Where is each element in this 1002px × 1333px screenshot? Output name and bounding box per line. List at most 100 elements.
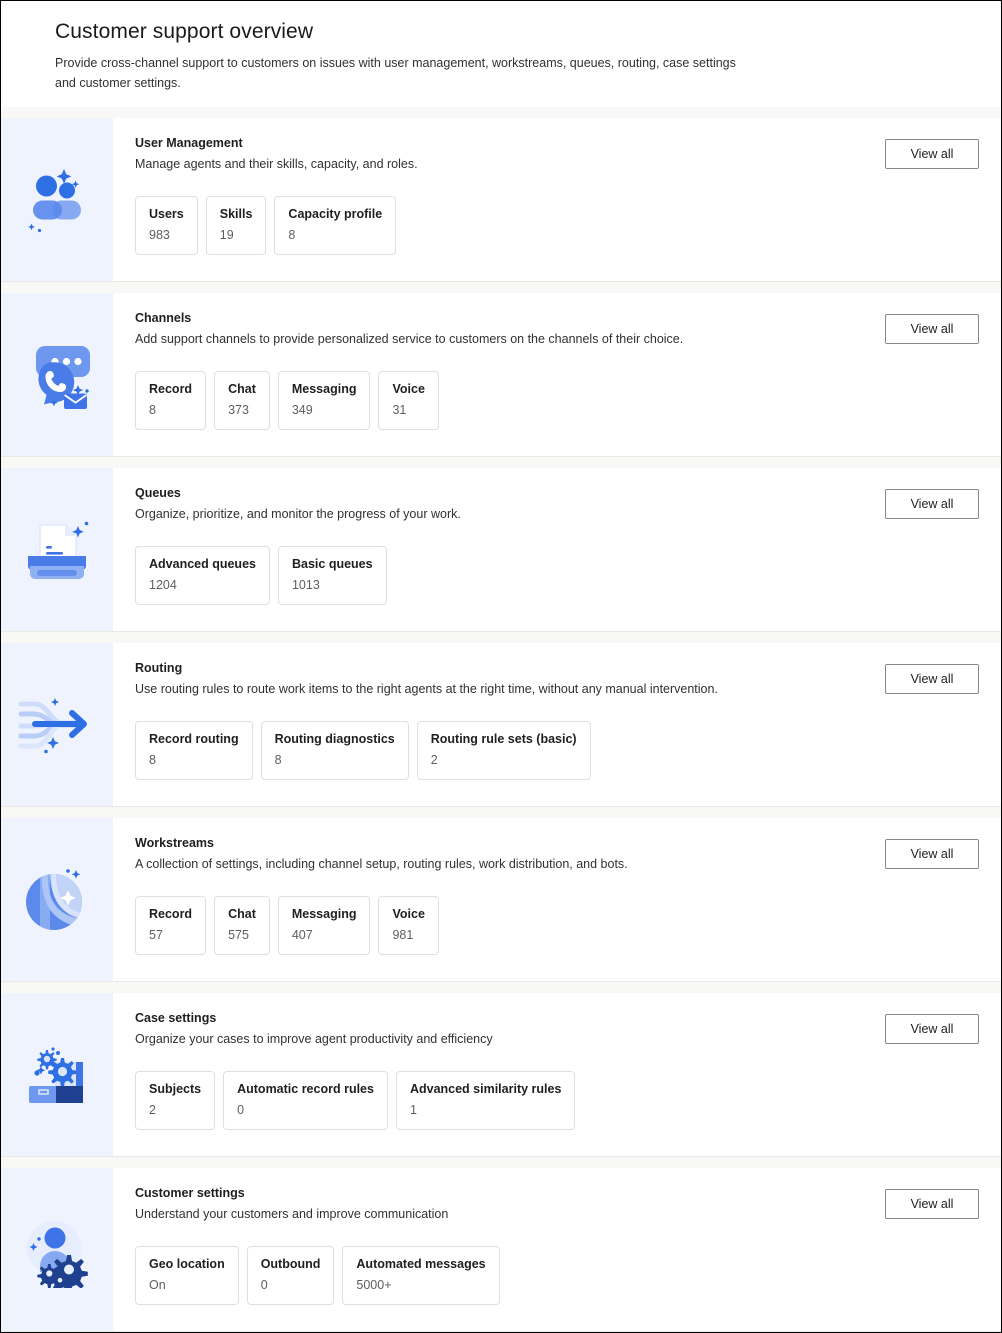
card-body: Customer settings Understand your custome… bbox=[113, 1168, 1001, 1331]
card-body: Queues Organize, prioritize, and monitor … bbox=[113, 468, 1001, 631]
overview-card: Queues Organize, prioritize, and monitor … bbox=[1, 467, 1001, 632]
view-all-button[interactable]: View all bbox=[885, 1013, 979, 1044]
stat-tile[interactable]: Record 57 bbox=[135, 895, 207, 956]
stat-tile[interactable]: Advanced queues 1204 bbox=[135, 545, 270, 606]
card-illustration bbox=[1, 1167, 113, 1331]
overview-card: Case settings Organize your cases to impr… bbox=[1, 992, 1001, 1157]
stat-tile[interactable]: Messaging 349 bbox=[277, 370, 371, 431]
card-body: Case settings Organize your cases to impr… bbox=[113, 993, 1001, 1156]
stat-tile-label: Geo location bbox=[149, 1256, 225, 1271]
stat-tile-value: 373 bbox=[228, 402, 249, 417]
people-group-icon bbox=[28, 169, 81, 233]
stat-tile-value: 8 bbox=[274, 752, 282, 767]
card-description: Use routing rules to route work items to… bbox=[135, 682, 718, 697]
stat-tile-label: Voice bbox=[392, 906, 425, 921]
card-top-row: User Management Manage agents and their s… bbox=[135, 135, 979, 174]
stat-tile[interactable]: Subjects 2 bbox=[135, 1070, 216, 1131]
stat-tile-label: Subjects bbox=[149, 1081, 202, 1096]
view-all-button[interactable]: View all bbox=[885, 838, 979, 869]
stat-tile[interactable]: Capacity profile 8 bbox=[274, 195, 397, 256]
card-title: Channels bbox=[135, 310, 192, 325]
card-heading-group: User Management Manage agents and their s… bbox=[135, 135, 865, 174]
stat-tile-group: Users 983 Skills 19 Capacity profile 8 bbox=[135, 195, 979, 256]
stat-tile-group: Subjects 2 Automatic record rules 0 Advanced… bbox=[135, 1070, 979, 1131]
card-illustration bbox=[1, 642, 113, 806]
stat-tile-label: Record routing bbox=[149, 731, 239, 746]
card-heading-group: Routing Use routing rules to route work i… bbox=[135, 660, 865, 699]
stat-tile-label: Users bbox=[149, 206, 184, 221]
stat-tile-value: 5000+ bbox=[356, 1277, 392, 1292]
workstream-sphere-icon bbox=[26, 869, 82, 931]
stat-tile[interactable]: Users 983 bbox=[135, 195, 198, 256]
stat-tile[interactable]: Routing diagnostics 8 bbox=[260, 720, 409, 781]
stat-tile[interactable]: Routing rule sets (basic) 2 bbox=[416, 720, 591, 781]
card-body: User Management Manage agents and their s… bbox=[113, 118, 1001, 281]
stat-tile-label: Messaging bbox=[291, 381, 357, 396]
stat-tile[interactable]: Voice 981 bbox=[378, 895, 439, 956]
stat-tile[interactable]: Messaging 407 bbox=[277, 895, 371, 956]
document-tray-icon bbox=[28, 522, 89, 580]
card-body: Channels Add support channels to provide … bbox=[113, 293, 1001, 456]
card-heading-group: Case settings Organize your cases to impr… bbox=[135, 1010, 865, 1049]
card-description: A collection of settings, including chan… bbox=[135, 857, 628, 872]
view-all-button[interactable]: View all bbox=[885, 313, 979, 344]
stat-tile-value: On bbox=[149, 1277, 166, 1292]
stat-tile-label: Record bbox=[149, 906, 193, 921]
stat-tile-value: 981 bbox=[392, 927, 414, 942]
stat-tile-label: Advanced queues bbox=[149, 556, 256, 571]
case-briefcase-gear-icon bbox=[29, 1047, 83, 1104]
stat-tile-label: Chat bbox=[228, 381, 256, 396]
card-illustration bbox=[1, 817, 113, 981]
stat-tile[interactable]: Outbound 0 bbox=[246, 1245, 335, 1306]
stat-tile-label: Capacity profile bbox=[288, 206, 383, 221]
stat-tile[interactable]: Advanced similarity rules 1 bbox=[395, 1070, 576, 1131]
card-title: User Management bbox=[135, 135, 243, 150]
stat-tile-label: Record bbox=[149, 381, 193, 396]
view-all-button[interactable]: View all bbox=[885, 1188, 979, 1219]
card-illustration bbox=[1, 117, 113, 281]
stat-tile[interactable]: Geo location On bbox=[135, 1245, 239, 1306]
card-illustration bbox=[1, 292, 113, 456]
overview-card: Routing Use routing rules to route work i… bbox=[1, 642, 1001, 807]
card-top-row: Workstreams A collection of settings, inc… bbox=[135, 835, 979, 874]
card-title: Queues bbox=[135, 485, 181, 500]
stat-tile[interactable]: Automatic record rules 0 bbox=[223, 1070, 388, 1131]
stat-tile-group: Record 57 Chat 575 Messaging 407 Voice 981 bbox=[135, 895, 979, 956]
stat-tile-group: Advanced queues 1204 Basic queues 1013 bbox=[135, 545, 979, 606]
stat-tile[interactable]: Chat 373 bbox=[214, 370, 270, 431]
card-top-row: Queues Organize, prioritize, and monitor … bbox=[135, 485, 979, 524]
stat-tile[interactable]: Voice 31 bbox=[378, 370, 439, 431]
overview-card: Workstreams A collection of settings, inc… bbox=[1, 817, 1001, 982]
stat-tile-value: 2 bbox=[149, 1102, 156, 1117]
card-illustration bbox=[1, 992, 113, 1156]
stat-tile[interactable]: Record 8 bbox=[135, 370, 207, 431]
stat-tile-value: 0 bbox=[237, 1102, 245, 1117]
stat-tile-label: Advanced similarity rules bbox=[409, 1081, 562, 1096]
stat-tile[interactable]: Record routing 8 bbox=[135, 720, 253, 781]
stat-tile-label: Outbound bbox=[260, 1256, 321, 1271]
card-top-row: Routing Use routing rules to route work i… bbox=[135, 660, 979, 699]
stat-tile[interactable]: Skills 19 bbox=[205, 195, 267, 256]
card-title: Workstreams bbox=[135, 835, 214, 850]
card-description: Organize, prioritize, and monitor the pr… bbox=[135, 507, 461, 522]
stat-tile[interactable]: Chat 575 bbox=[214, 895, 270, 956]
stat-tile-label: Automatic record rules bbox=[237, 1081, 374, 1096]
overview-card: Customer settings Understand your custome… bbox=[1, 1167, 1001, 1332]
stat-tile-value: 8 bbox=[149, 752, 156, 767]
page-title: Customer support overview bbox=[55, 20, 314, 43]
view-all-button[interactable]: View all bbox=[885, 138, 979, 169]
stat-tile-value: 8 bbox=[288, 227, 296, 242]
stat-tile[interactable]: Automated messages 5000+ bbox=[342, 1245, 500, 1306]
stat-tile-label: Routing diagnostics bbox=[274, 731, 395, 746]
stat-tile-label: Skills bbox=[219, 206, 253, 221]
stat-tile[interactable]: Basic queues 1013 bbox=[277, 545, 387, 606]
view-all-button[interactable]: View all bbox=[885, 488, 979, 519]
stat-tile-value: 1204 bbox=[149, 577, 177, 592]
view-all-button[interactable]: View all bbox=[885, 663, 979, 694]
stat-tile-label: Basic queues bbox=[291, 556, 373, 571]
card-body: Workstreams A collection of settings, inc… bbox=[113, 818, 1001, 981]
stat-tile-value: 575 bbox=[228, 927, 249, 942]
stat-tile-label: Automated messages bbox=[356, 1256, 486, 1271]
customer-support-overview-page: Customer support overview Provide cross-… bbox=[0, 0, 1002, 1333]
card-top-row: Channels Add support channels to provide … bbox=[135, 310, 979, 349]
